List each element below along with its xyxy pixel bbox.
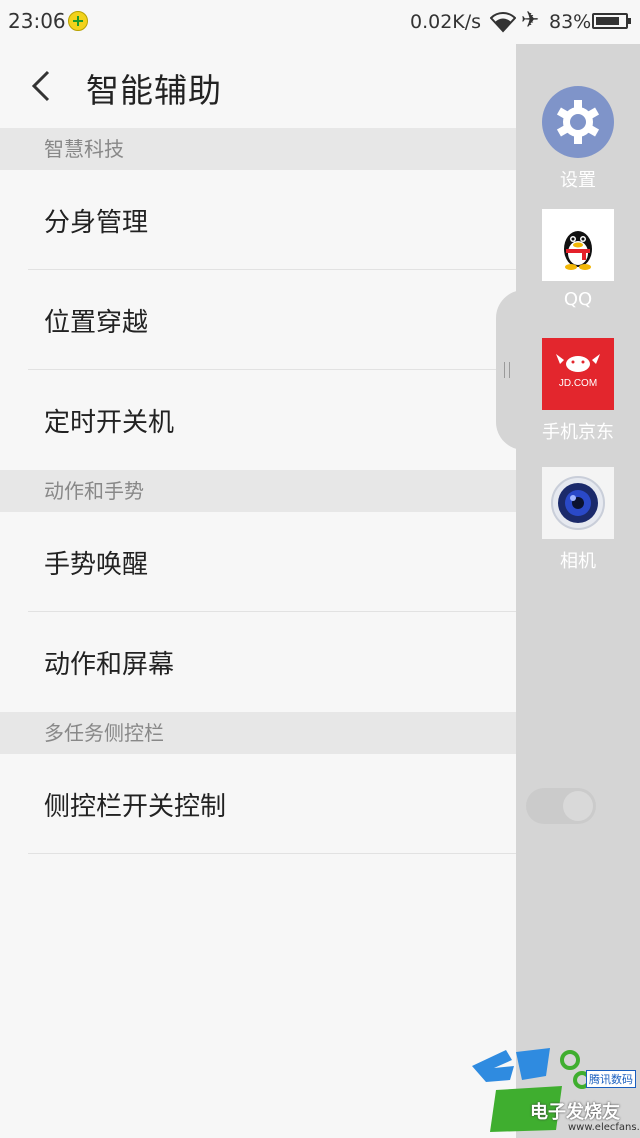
gear-icon (542, 86, 614, 158)
list-item-clone-management[interactable]: 分身管理 (0, 170, 516, 270)
list-item-label: 定时开关机 (44, 408, 175, 438)
watermark-url: www.elecfans.com (568, 1122, 640, 1133)
side-app-label: 设置 (560, 170, 596, 191)
side-control-bar: 设置 QQ JD.COM 手机京东 相机 (516, 44, 640, 1138)
section-header-side-bar: 多任务侧控栏 (0, 712, 516, 754)
battery-icon (592, 13, 631, 29)
add-notification-icon (68, 11, 88, 31)
wifi-icon (490, 12, 516, 33)
divider (28, 853, 516, 854)
list-item-scheduled-power[interactable]: 定时开关机 (0, 370, 516, 470)
side-app-camera[interactable]: 相机 (542, 467, 614, 573)
list-item-motion-screen[interactable]: 动作和屏幕 (0, 612, 516, 712)
watermark-brand: 电子发烧友 (530, 1102, 620, 1123)
side-app-label: QQ (563, 289, 593, 310)
list-item-label: 分身管理 (44, 208, 149, 238)
side-app-jd[interactable]: JD.COM 手机京东 (542, 338, 614, 444)
jd-tile-text: JD.COM (558, 378, 598, 389)
header: 智能辅助 (0, 44, 516, 128)
back-arrow-icon[interactable] (30, 70, 52, 102)
list-item-gesture-wake[interactable]: 手势唤醒 (0, 512, 516, 612)
page-title: 智能辅助 (86, 71, 222, 110)
section-header-smart-tech: 智慧科技 (0, 128, 516, 170)
side-bar-handle[interactable] (496, 290, 524, 450)
grip-icon (504, 362, 510, 378)
background-toggle (526, 788, 596, 824)
side-app-label: 相机 (560, 551, 596, 572)
network-speed: 0.02K/s (410, 11, 482, 33)
side-app-qq[interactable]: QQ (542, 209, 614, 310)
list-item-label: 位置穿越 (44, 308, 149, 338)
jd-icon: JD.COM (542, 338, 614, 410)
settings-list: 智慧科技 分身管理 位置穿越 定时开关机 动作和手势 手势唤醒 动作和屏幕 多任… (0, 128, 516, 854)
section-header-gestures: 动作和手势 (0, 470, 516, 512)
list-item-location-travel[interactable]: 位置穿越 (0, 270, 516, 370)
list-item-label: 手势唤醒 (44, 550, 149, 580)
qq-penguin-icon (542, 209, 614, 281)
status-time: 23:06 (8, 9, 66, 33)
camera-lens-icon (542, 467, 614, 539)
watermark-tag: 腾讯数码 (586, 1070, 636, 1088)
side-app-settings[interactable]: 设置 (542, 86, 614, 192)
list-item-side-bar-switch[interactable]: 侧控栏开关控制 (0, 754, 516, 854)
list-item-label: 动作和屏幕 (44, 650, 175, 680)
list-item-label: 侧控栏开关控制 (44, 792, 227, 822)
airplane-mode-icon: ✈ (521, 8, 540, 33)
battery-percent: 83% (549, 11, 592, 33)
battery-fill (596, 17, 619, 25)
side-app-label: 手机京东 (542, 422, 614, 443)
status-bar: 23:06 0.02K/s ✈ 83% (0, 0, 640, 44)
